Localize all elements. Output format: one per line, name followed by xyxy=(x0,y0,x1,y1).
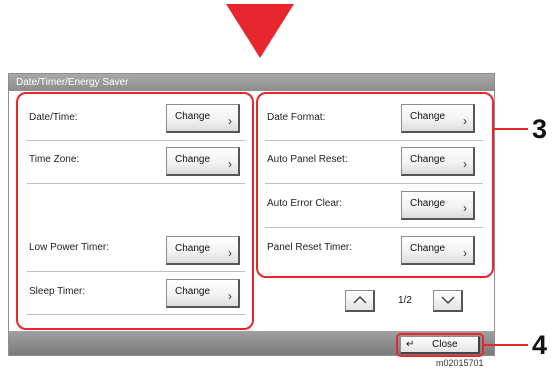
callout-4-line xyxy=(484,344,528,346)
chevron-down-icon xyxy=(441,296,455,305)
callout-4-number: 4 xyxy=(532,330,548,360)
highlight-left-settings xyxy=(16,92,254,330)
callout-3-line xyxy=(494,128,528,130)
page-up-button[interactable] xyxy=(345,290,375,312)
page-down-button[interactable] xyxy=(433,290,463,312)
dialog-title: Date/Timer/Energy Saver xyxy=(9,74,494,91)
highlight-right-settings xyxy=(256,92,494,278)
chevron-up-icon xyxy=(353,295,367,304)
page-indicator: 1/2 xyxy=(398,295,412,306)
image-code: m02015701 xyxy=(436,358,484,368)
highlight-close-button xyxy=(396,333,484,357)
callout-3-number: 3 xyxy=(532,114,548,144)
down-arrow-indicator xyxy=(226,4,294,58)
